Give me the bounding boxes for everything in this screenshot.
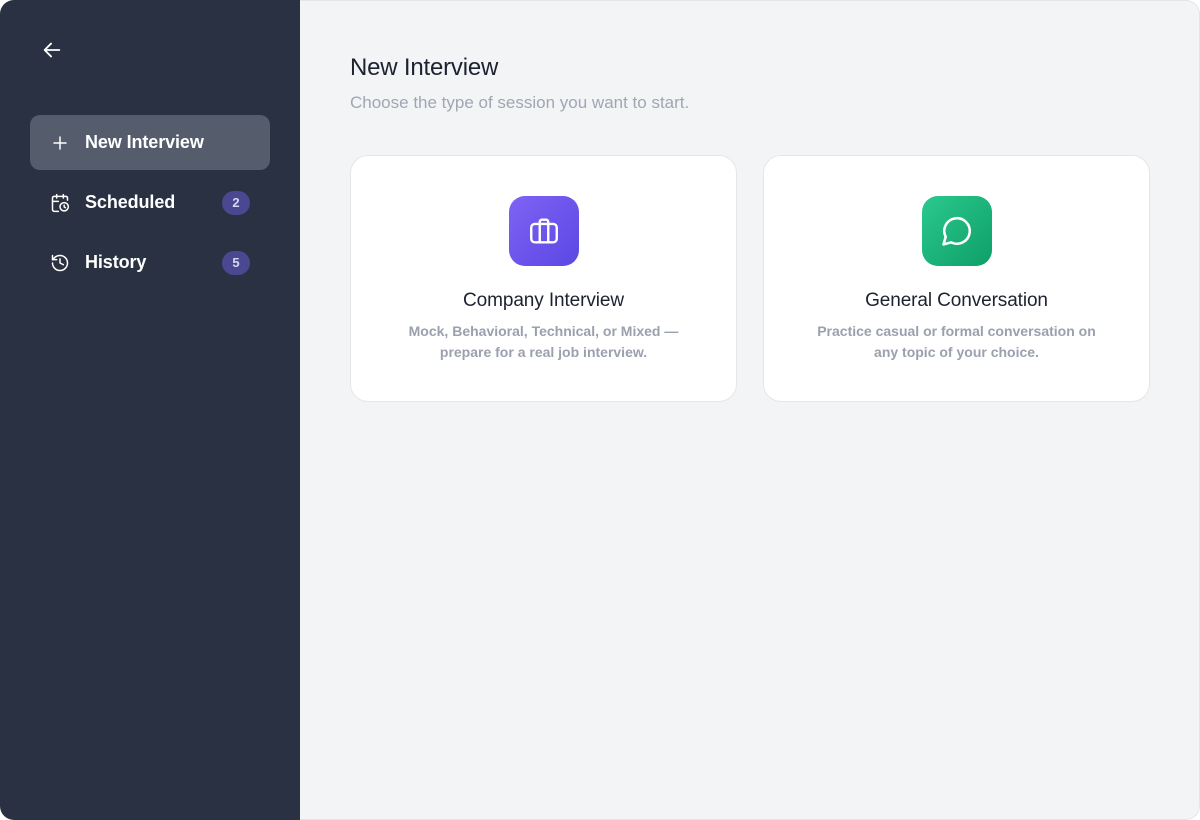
- card-title: Company Interview: [463, 290, 624, 311]
- page-subtitle: Choose the type of session you want to s…: [350, 93, 690, 112]
- app-window: New Interview Scheduled 2 History 5 New …: [0, 0, 1200, 820]
- session-type-cards: Company Interview Mock, Behavioral, Tech…: [350, 155, 1150, 402]
- back-button[interactable]: [36, 36, 68, 68]
- chat-bubble-icon: [921, 196, 992, 266]
- sidebar-nav: New Interview Scheduled 2 History 5: [30, 115, 270, 295]
- briefcase-icon: [508, 196, 579, 266]
- card-title: General Conversation: [865, 290, 1048, 311]
- page-title: New Interview: [350, 54, 499, 81]
- history-icon: [50, 253, 70, 273]
- arrow-left-icon: [41, 39, 63, 66]
- general-conversation-card[interactable]: General Conversation Practice casual or …: [763, 155, 1150, 402]
- card-description: Mock, Behavioral, Technical, or Mixed — …: [408, 323, 679, 360]
- sidebar-item-label: History: [85, 252, 147, 272]
- count-badge: 5: [222, 250, 250, 275]
- main-content: New Interview Choose the type of session…: [300, 0, 1200, 820]
- sidebar-item-scheduled[interactable]: Scheduled 2: [30, 175, 270, 230]
- sidebar: New Interview Scheduled 2 History 5: [0, 0, 300, 820]
- sidebar-item-label: Scheduled: [85, 192, 176, 212]
- card-description: Practice casual or formal conversation o…: [817, 323, 1096, 360]
- count-badge: 2: [222, 190, 250, 215]
- calendar-clock-icon: [50, 193, 70, 213]
- sidebar-item-label: New Interview: [85, 132, 204, 152]
- sidebar-item-new-interview[interactable]: New Interview: [30, 115, 270, 170]
- plus-icon: [50, 133, 70, 153]
- company-interview-card[interactable]: Company Interview Mock, Behavioral, Tech…: [350, 155, 737, 402]
- sidebar-item-history[interactable]: History 5: [30, 235, 270, 290]
